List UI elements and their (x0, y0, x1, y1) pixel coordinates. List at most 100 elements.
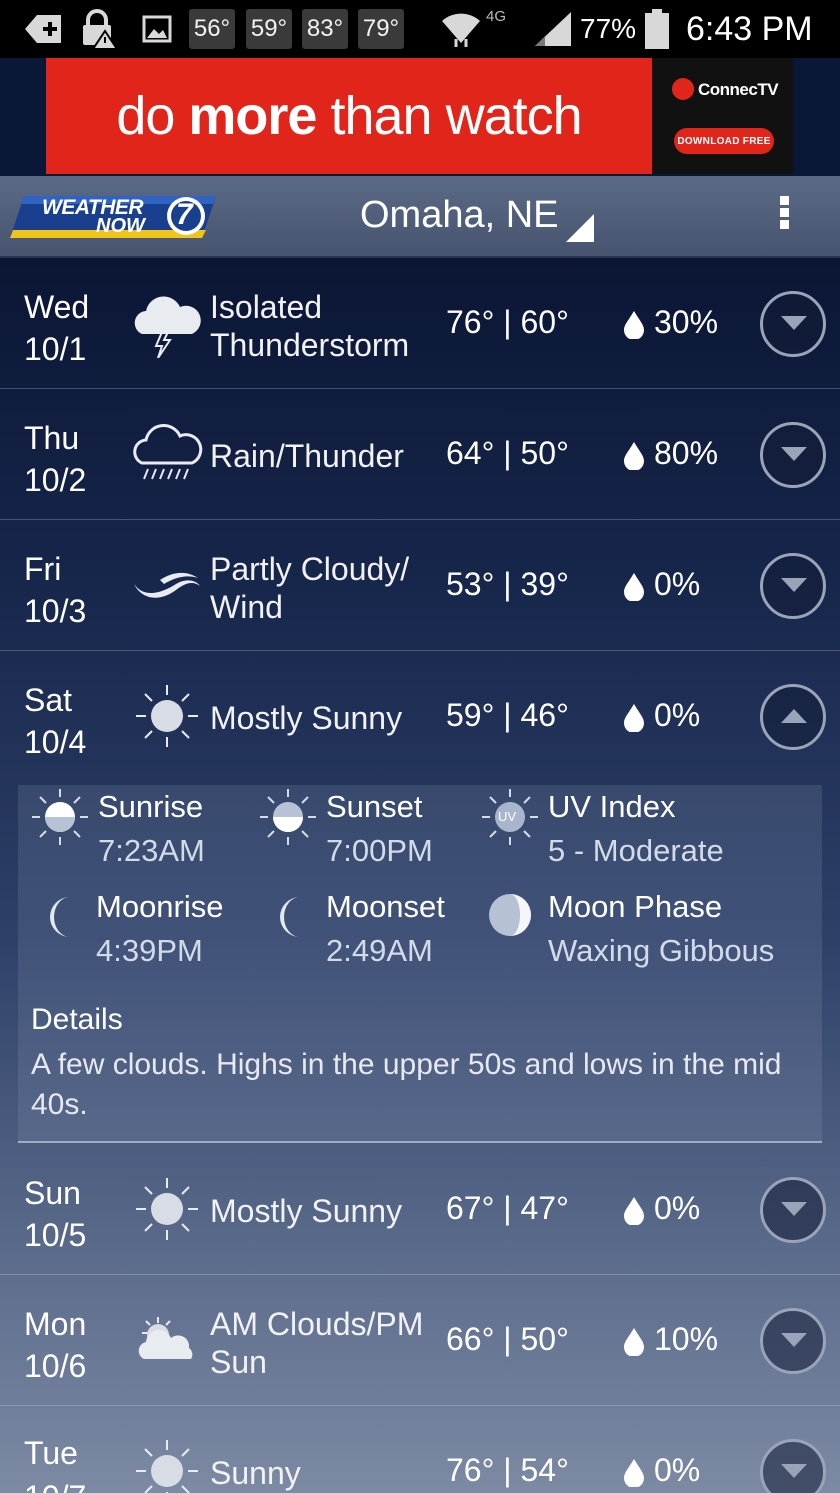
wifi-icon (440, 8, 482, 50)
high-temp: 53° (446, 566, 495, 602)
high-temp: 64° (446, 435, 495, 471)
ad-text-post: than watch (316, 86, 582, 146)
moon-phase-value: Waxing Gibbous (548, 933, 775, 968)
signal-icon (532, 8, 574, 50)
raindrop-icon (624, 1459, 644, 1488)
dropdown-triangle-icon[interactable] (566, 214, 594, 242)
forecast-day: Wed (24, 289, 90, 325)
high-temp: 76° (446, 304, 495, 340)
uv-badge-text: UV (498, 809, 517, 824)
forecast-temps: 76° | 54° (446, 1452, 569, 1488)
location-selector[interactable]: Omaha, NE (360, 194, 559, 237)
wind-icon (130, 550, 204, 620)
forecast-condition: Rain/Thunder (210, 438, 404, 474)
expand-button[interactable] (760, 1439, 826, 1493)
temp-notification: 79° (358, 9, 404, 49)
lock-warning-icon (78, 8, 120, 50)
forecast-row[interactable]: Mon 10/6 AM Clouds/PM Sun 66° | 50° 10% (0, 1275, 840, 1406)
raindrop-icon (624, 704, 644, 733)
forecast-row[interactable]: Fri 10/3 Partly Cloudy/ Wind 53° | 39° 0… (0, 520, 840, 651)
expand-button[interactable] (760, 553, 826, 619)
forecast-date: 10/4 (24, 724, 87, 760)
ad-banner[interactable]: do more than watch ConnecTV DOWNLOAD FRE… (0, 58, 840, 176)
high-temp: 59° (446, 697, 495, 733)
uv-index-value: 5 - Moderate (548, 833, 724, 868)
forecast-condition: Isolated Thunderstorm (210, 289, 410, 363)
moon-phase-icon (480, 885, 540, 945)
logo-text-now: NOW (96, 215, 145, 237)
moonset-label: Moonset (326, 889, 445, 924)
collapse-button[interactable] (760, 684, 826, 750)
network-type: 4G LTE (486, 8, 512, 28)
connectv-logo-icon (672, 78, 694, 100)
temp-notification: 56° (189, 9, 235, 49)
forecast-date: 10/1 (24, 331, 87, 367)
moonrise-value: 4:39PM (96, 933, 203, 968)
forecast-condition: AM Clouds/PM Sun (210, 1306, 424, 1380)
low-temp: 60° (520, 304, 569, 340)
sunrise-icon (30, 787, 90, 847)
forecast-day: Sun (24, 1175, 81, 1211)
forecast-date: 10/2 (24, 462, 87, 498)
details-heading: Details (31, 1003, 123, 1036)
overflow-menu-button[interactable] (774, 196, 794, 236)
raindrop-icon (624, 573, 644, 602)
sunset-icon (258, 787, 318, 847)
moon-phase-label: Moon Phase (548, 889, 723, 924)
low-temp: 50° (520, 1321, 569, 1357)
forecast-temps: 67° | 47° (446, 1190, 569, 1226)
ad-brand: ConnecTV (698, 80, 779, 99)
forecast-temps: 59° | 46° (446, 697, 569, 733)
forecast-list[interactable]: Wed 10/1 Isolated Thunderstorm 76° | 60°… (0, 258, 840, 1493)
raindrop-icon (624, 442, 644, 471)
ad-download-button[interactable]: DOWNLOAD FREE (674, 128, 774, 154)
battery-percent: 77% (580, 13, 637, 44)
forecast-day: Thu (24, 420, 80, 456)
sunrise-label: Sunrise (98, 789, 204, 824)
clock: 6:43 PM (686, 10, 813, 48)
day-detail-panel: Sunrise 7:23AM Sunset 7:00PM UV UV Index… (18, 785, 822, 1143)
forecast-row[interactable]: Thu 10/2 Rain/Thunder 64° | 50° 80% (0, 389, 840, 520)
forecast-row[interactable]: Sat 10/4 Mostly Sunny 59° | 46° 0% (0, 651, 840, 782)
expand-button[interactable] (760, 291, 826, 357)
forecast-row[interactable]: Sun 10/5 Mostly Sunny 67° | 47° 0% (0, 1144, 840, 1275)
forecast-temps: 76° | 60° (446, 304, 569, 340)
ad-text-bold: more (188, 86, 317, 146)
expand-button[interactable] (760, 422, 826, 488)
high-temp: 66° (446, 1321, 495, 1357)
weather-now-7-logo[interactable]: WEATHER NOW 7 (10, 190, 222, 244)
forecast-temps: 66° | 50° (446, 1321, 569, 1357)
forecast-day: Sat (24, 682, 73, 718)
expand-button[interactable] (760, 1308, 826, 1374)
raindrop-icon (624, 1328, 644, 1357)
details-text: A few clouds. Highs in the upper 50s and… (31, 1048, 782, 1121)
low-temp: 54° (520, 1452, 569, 1488)
thunderstorm-icon (130, 288, 204, 359)
low-temp: 50° (520, 435, 569, 471)
sun-cloud-icon (130, 1305, 204, 1375)
forecast-day: Fri (24, 551, 62, 587)
ad-main[interactable]: do more than watch (46, 58, 652, 174)
low-temp: 39° (520, 566, 569, 602)
forecast-row[interactable]: Wed 10/1 Isolated Thunderstorm 76° | 60°… (0, 258, 840, 389)
precip-chance: 10% (654, 1321, 719, 1357)
ad-side-panel[interactable]: ConnecTV DOWNLOAD FREE (652, 58, 793, 174)
expand-button[interactable] (760, 1177, 826, 1243)
sunset-value: 7:00PM (326, 833, 433, 868)
sun-icon (130, 1174, 204, 1244)
moonrise-icon (32, 887, 92, 947)
precip-chance: 0% (654, 1190, 701, 1226)
high-temp: 76° (446, 1452, 495, 1488)
forecast-row[interactable]: Tue 10/7 Sunny 76° | 54° 0% (0, 1406, 840, 1493)
rain-thunder-icon (130, 419, 204, 489)
moonset-icon (262, 887, 322, 947)
uv-index-icon: UV (480, 787, 540, 847)
forecast-date: 10/5 (24, 1217, 87, 1253)
image-icon (136, 8, 178, 50)
raindrop-icon (624, 311, 644, 340)
uv-index-label: UV Index (548, 789, 676, 824)
temp-notification: 59° (246, 9, 292, 49)
forecast-condition: Sunny (210, 1455, 301, 1491)
low-temp: 47° (520, 1190, 569, 1226)
precip-chance: 0% (654, 697, 701, 733)
